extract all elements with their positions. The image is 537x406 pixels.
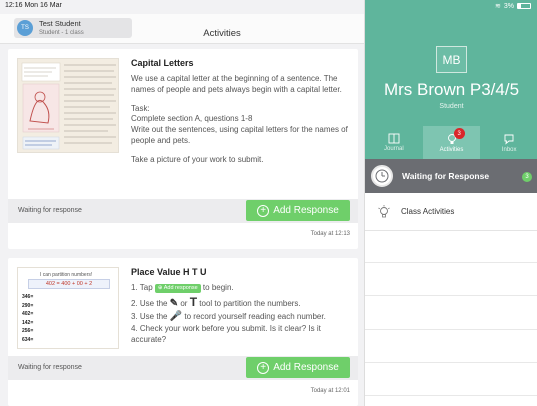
status-time: 12:16 Mon 16 Mar — [5, 2, 62, 9]
activity-paragraph: We use a capital letter at the beginning… — [131, 74, 342, 94]
filter-waiting-for-response[interactable]: Waiting for Response 3 — [365, 159, 537, 193]
worksheet-thumbnail[interactable]: I can partition numbers! 402 = 400 + 00 … — [17, 267, 119, 349]
tab-activities[interactable]: Activities 3 — [422, 126, 481, 159]
wifi-icon: ≋ — [495, 3, 501, 10]
activity-description: 1. Tap ⊕ Add response to begin. 2. Use t… — [131, 283, 351, 345]
student-name: Test Student — [39, 19, 81, 29]
step-4: 4. Check your work before you submit. Is… — [131, 323, 321, 344]
response-status-row: Waiting for response + Add Response — [8, 356, 358, 380]
chat-icon — [504, 134, 514, 145]
add-response-label: Add Response — [273, 205, 339, 216]
tab-journal[interactable]: Journal — [365, 126, 423, 159]
student-info: Test Student Student - 1 class — [39, 20, 84, 36]
list-divider — [365, 295, 537, 296]
waiting-count-badge: 3 — [522, 172, 532, 182]
status-bar: 12:16 Mon 16 Mar ≋ 3% — [0, 0, 537, 14]
plus-icon: + — [257, 361, 270, 374]
step-text: to record yourself reading each number. — [184, 312, 326, 322]
activity-title: Place Value H T U — [131, 267, 207, 277]
teacher-avatar: MB — [436, 46, 467, 73]
step-text: or — [180, 298, 188, 308]
teacher-role: Student — [439, 103, 464, 110]
thumb-number: 142= — [22, 319, 34, 326]
status-text: Waiting for response — [18, 207, 82, 214]
activity-paragraph: Task: Complete section A, questions 1-8 … — [131, 103, 348, 145]
text-tool-icon: T — [189, 294, 198, 309]
thumb-equation: 402 = 400 + 00 + 2 — [28, 279, 110, 289]
list-divider — [365, 262, 537, 263]
inline-button-label: Add response — [163, 285, 198, 291]
step-text: to begin. — [202, 283, 234, 292]
response-status-row: Waiting for response + Add Response — [8, 199, 358, 223]
step-3: 3. Use the 🎤 to record yourself reading … — [131, 310, 351, 324]
book-icon — [388, 133, 400, 144]
activity-description: We use a capital letter at the beginning… — [131, 74, 351, 166]
clock-icon — [371, 165, 393, 187]
class-activities-label: Class Activities — [401, 207, 455, 216]
teacher-name: Mrs Brown P3/4/5 — [383, 80, 520, 99]
step-text: tool to partition the numbers. — [199, 298, 301, 308]
student-avatar: TS — [17, 20, 33, 36]
add-response-button[interactable]: + Add Response — [246, 200, 350, 221]
tab-label: Inbox — [501, 146, 517, 153]
activity-timestamp: Today at 12:13 — [310, 231, 350, 237]
activity-paragraph: Take a picture of your work to submit. — [131, 154, 264, 164]
step-text: 1. Tap — [131, 283, 153, 292]
plus-icon: + — [257, 204, 270, 217]
tab-inbox[interactable]: Inbox — [480, 126, 537, 159]
pen-icon: ✎ — [169, 297, 179, 309]
student-switcher[interactable]: TS Test Student Student - 1 class — [14, 18, 132, 38]
activity-title: Capital Letters — [131, 58, 194, 68]
add-response-label: Add Response — [273, 362, 339, 373]
activities-count-badge: 3 — [453, 128, 465, 139]
class-sidebar: MB Mrs Brown P3/4/5 Student Journal Acti… — [364, 0, 537, 406]
filter-class-activities[interactable]: Class Activities — [365, 193, 537, 231]
step-1: 1. Tap ⊕ Add response to begin. — [131, 283, 351, 294]
status-text: Waiting for response — [18, 364, 82, 371]
lightbulb-icon — [378, 204, 390, 217]
app-screen: TS Test Student Student - 1 class Activi… — [0, 0, 537, 406]
list-divider — [365, 329, 537, 330]
activity-content: Capital Letters We use a capital letter … — [131, 58, 351, 174]
activity-content: Place Value H T U 1. Tap ⊕ Add response … — [131, 267, 351, 345]
step-text: 2. Use the — [131, 298, 168, 308]
page-title: Activities — [203, 28, 241, 39]
teacher-header: MB Mrs Brown P3/4/5 Student Journal Acti… — [365, 0, 537, 159]
step-text: 3. Use the — [131, 312, 168, 322]
top-bar: TS Test Student Student - 1 class Activi… — [0, 14, 364, 44]
system-indicators: ≋ 3% — [495, 2, 531, 10]
step-2: 2. Use the ✎ or T tool to partition the … — [131, 294, 351, 311]
worksheet-photo-icon — [18, 59, 118, 152]
thumb-number-list: 346= 290= 402= 142= 256= 634= — [22, 293, 33, 344]
thumb-number: 634= — [22, 336, 34, 343]
battery-percent: 3% — [503, 2, 514, 10]
inline-add-response-icon: ⊕ Add response — [154, 284, 201, 294]
waiting-label: Waiting for Response — [402, 171, 490, 181]
list-divider — [365, 362, 537, 363]
thumb-number: 256= — [22, 328, 34, 334]
microphone-icon: 🎤 — [169, 311, 183, 323]
activities-pane: TS Test Student Student - 1 class Activi… — [0, 0, 364, 406]
activity-card-place-value[interactable]: I can partition numbers! 402 = 400 + 00 … — [8, 258, 358, 406]
thumb-number: 402= — [22, 311, 34, 317]
thumb-number: 346= — [22, 294, 34, 300]
thumb-heading: I can partition numbers! — [40, 272, 93, 278]
activity-timestamp: Today at 12:01 — [310, 388, 350, 394]
nav-tabs: Journal Activities 3 Inbox — [365, 126, 537, 159]
activity-card-capital-letters[interactable]: Capital Letters We use a capital letter … — [8, 49, 358, 249]
student-subtitle: Student - 1 class — [39, 29, 84, 36]
add-response-button[interactable]: + Add Response — [246, 357, 350, 378]
thumb-number: 290= — [22, 302, 34, 309]
worksheet-thumbnail[interactable] — [17, 58, 119, 153]
tab-label: Activities — [439, 146, 464, 153]
tab-label: Journal — [383, 146, 404, 152]
list-divider — [365, 395, 537, 396]
battery-icon — [517, 3, 531, 9]
